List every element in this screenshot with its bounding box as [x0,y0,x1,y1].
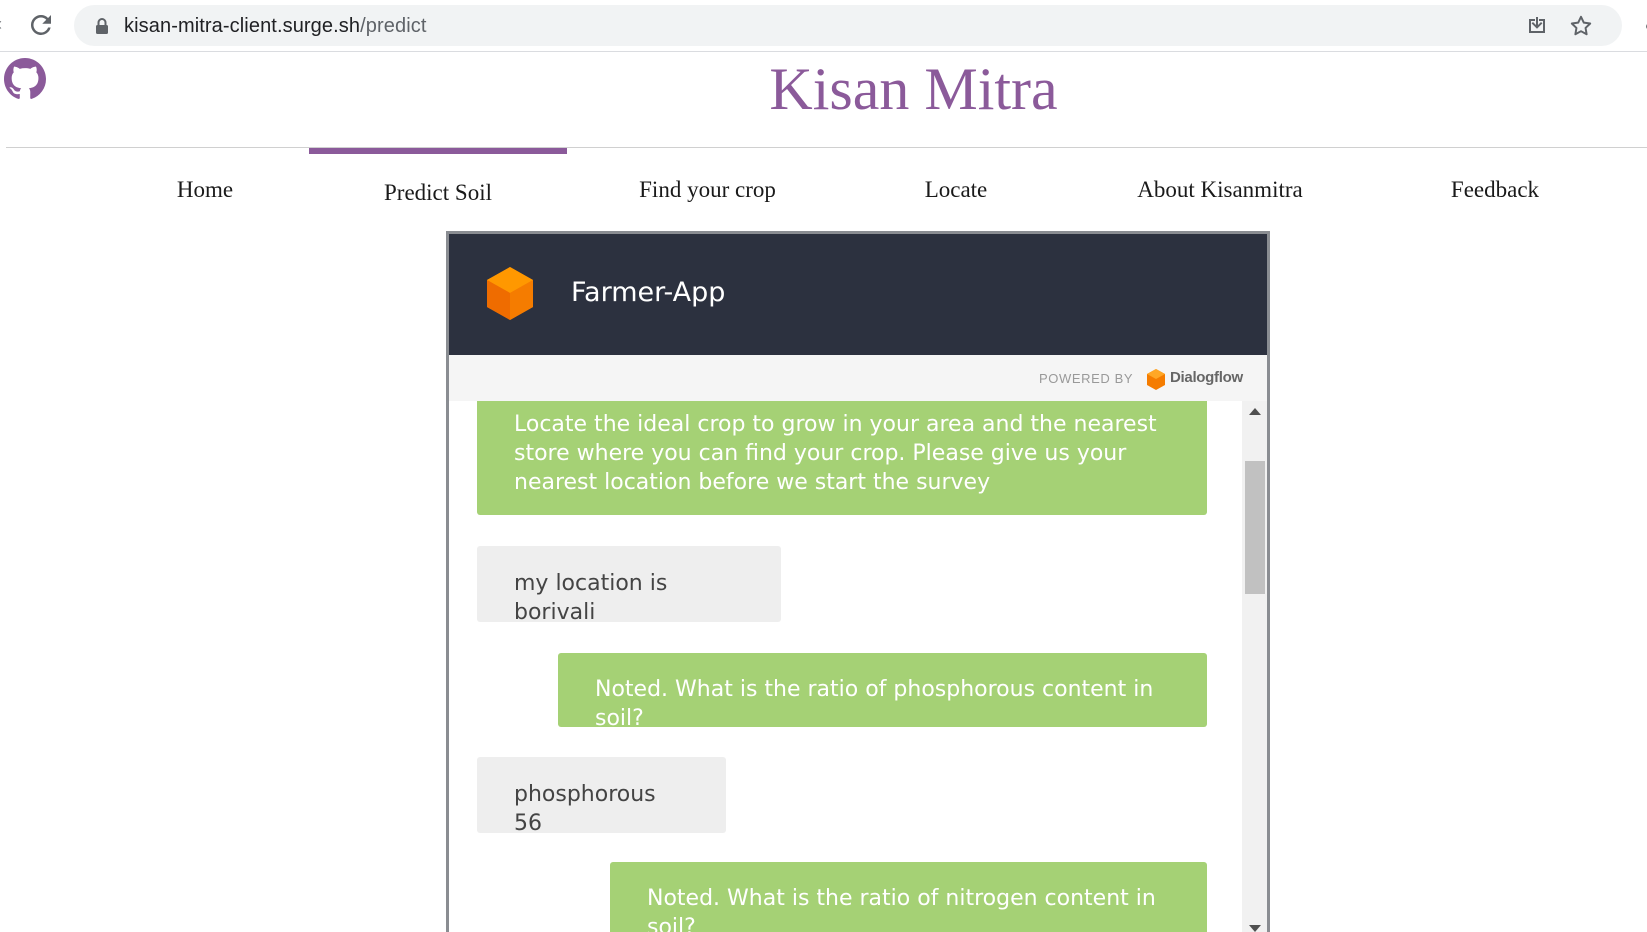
nav-locate-label: Locate [924,177,988,202]
chat-scrollbar[interactable] [1242,401,1267,932]
nav-feedback-label: Feedback [1450,177,1540,202]
nav-find-your-crop[interactable]: Find your crop [610,148,805,228]
lock-icon [96,18,108,34]
star-icon[interactable] [1568,13,1594,39]
install-icon[interactable] [1525,14,1549,38]
user-message: my location is borivali [477,546,781,625]
nav-locate[interactable]: Locate [900,148,1012,228]
dialogflow-logo-icon [1147,369,1165,390]
powered-by-text: POWERED BY [1039,371,1134,386]
user-message: phosphorous 56 [477,757,726,836]
menu-edge-icon[interactable]: ◖ [1643,18,1647,35]
scroll-up-arrow-icon[interactable] [1249,408,1261,415]
address-bar[interactable]: kisan-mitra-client.surge.sh/predict [74,5,1622,46]
chat-widget: Farmer-App POWERED BY Dialogflow Locate … [446,231,1270,932]
url-host: kisan-mitra-client.surge.sh [124,15,361,37]
nav-home[interactable]: Home [140,148,270,228]
browser-toolbar: ‹ kisan-mitra-client.surge.sh/predict ◖ [0,0,1647,52]
bot-message: Noted. What is the ratio of nitrogen con… [610,862,1207,932]
site-title: Kisan Mitra [769,56,1058,122]
powered-by-bar: POWERED BY Dialogflow [449,355,1267,401]
agent-logo-icon [487,267,533,320]
chat-header: Farmer-App [449,234,1267,355]
chat-messages: Locate the ideal crop to grow in your ar… [449,401,1239,932]
bot-message: Locate the ideal crop to grow in your ar… [477,401,1207,515]
nav-home-label: Home [176,177,234,202]
nav-about-label: About Kisanmitra [1137,177,1303,202]
main-nav: Home Predict Soil Find your crop Locate … [0,148,1647,228]
reload-icon[interactable] [26,10,56,40]
nav-feedback[interactable]: Feedback [1430,148,1560,228]
url-path: /predict [360,15,427,37]
dialogflow-text[interactable]: Dialogflow [1170,369,1243,386]
nav-find-your-crop-label: Find your crop [639,177,776,202]
back-arrow-icon[interactable]: ‹ [0,14,6,34]
bot-message: Noted. What is the ratio of phosphorous … [558,653,1207,731]
scroll-thumb[interactable] [1245,461,1265,594]
url-text: kisan-mitra-client.surge.sh/predict [124,15,427,38]
nav-about[interactable]: About Kisanmitra [1120,148,1320,228]
scroll-down-arrow-icon[interactable] [1249,925,1261,932]
nav-predict-soil[interactable]: Predict Soil [309,148,567,228]
nav-predict-soil-label: Predict Soil [384,180,492,205]
agent-name: Farmer-App [571,277,726,308]
